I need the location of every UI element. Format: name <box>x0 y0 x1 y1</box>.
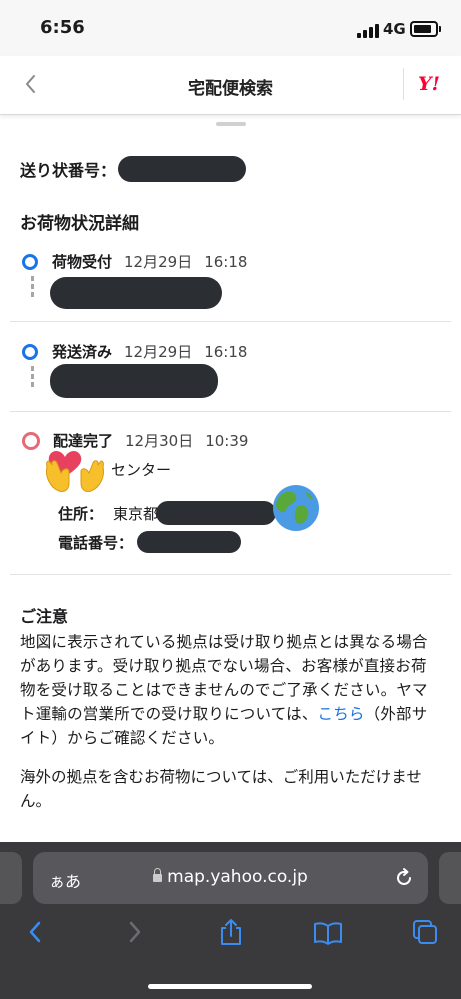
status-date: 12月29日 <box>124 253 193 271</box>
notice-body-second: 海外の拠点を含むお荷物については、ご利用いただけません。 <box>20 768 422 810</box>
lock-icon <box>153 868 163 882</box>
divider <box>10 574 451 575</box>
redacted-address <box>156 501 277 525</box>
status-time: 16:18 <box>204 252 248 271</box>
status-date: 12月29日 <box>124 343 193 361</box>
status-bar: 6:56 4G <box>0 0 461 56</box>
sheet-handle[interactable] <box>216 122 246 126</box>
yahoo-logo[interactable]: Y! <box>418 73 440 95</box>
redacted-location <box>50 364 218 398</box>
status-time: 16:18 <box>204 342 248 361</box>
external-link[interactable]: こちら <box>318 705 365 723</box>
home-indicator[interactable] <box>148 984 312 989</box>
section-title: お荷物状況詳細 <box>20 214 139 234</box>
battery-icon <box>410 21 441 37</box>
invoice-row: 送り状番号： <box>20 156 247 182</box>
nav-divider <box>403 68 404 100</box>
address-value: 東京都 <box>113 504 159 523</box>
back-arrow-icon[interactable] <box>22 918 50 946</box>
bookmarks-icon[interactable] <box>313 918 342 946</box>
redacted-location <box>50 277 222 309</box>
status-label: 荷物受付 <box>52 253 113 271</box>
status-circle-icon <box>22 343 38 360</box>
hands-emoji <box>43 447 107 493</box>
page-title: 宅配便検索 <box>188 79 273 99</box>
phone-row: 電話番号： <box>58 531 242 553</box>
nav-bar: 宅配便検索 Y! <box>0 56 461 115</box>
divider <box>10 321 451 322</box>
globe-emoji <box>272 484 320 532</box>
browser-toolbar: ぁあ map.yahoo.co.jp <box>0 842 461 999</box>
status-circle-icon <box>22 431 40 450</box>
address-row: 住所： 東京都 <box>58 501 277 525</box>
status-time: 6:56 <box>40 17 85 38</box>
phone-label: 電話番号： <box>58 533 134 552</box>
center-name: センター <box>111 461 172 479</box>
address-label: 住所： <box>58 504 104 523</box>
network-type: 4G <box>383 20 406 38</box>
status-time: 10:39 <box>205 431 249 450</box>
reload-icon[interactable] <box>393 867 415 889</box>
timeline-dots <box>31 366 34 390</box>
invoice-label: 送り状番号： <box>20 161 117 180</box>
forward-arrow-icon[interactable] <box>120 918 148 946</box>
redacted-phone <box>137 531 242 553</box>
divider <box>10 411 451 412</box>
signal-icon <box>357 24 379 38</box>
address-bar[interactable]: ぁあ map.yahoo.co.jp <box>33 852 428 904</box>
notice-body: 地図に表示されている拠点は受け取り拠点とは異なる場合があります。受け取り拠点でな… <box>20 630 440 750</box>
url-text[interactable]: map.yahoo.co.jp <box>33 867 428 887</box>
tabs-icon[interactable] <box>411 918 439 946</box>
url-value: map.yahoo.co.jp <box>167 867 308 887</box>
next-tab-preview[interactable] <box>439 852 461 904</box>
status-item-shipped: 発送済み 12月29日 16:18 <box>22 341 247 362</box>
status-label: 発送済み <box>52 343 113 361</box>
redacted-invoice-number <box>118 156 247 182</box>
timeline-dots <box>31 276 34 300</box>
status-circle-icon <box>22 253 38 270</box>
status-date: 12月30日 <box>125 432 194 450</box>
previous-tab-preview[interactable] <box>0 852 22 904</box>
status-item-received: 荷物受付 12月29日 16:18 <box>22 251 247 272</box>
share-icon[interactable] <box>217 918 245 946</box>
notice-title: ご注意 <box>20 607 69 626</box>
